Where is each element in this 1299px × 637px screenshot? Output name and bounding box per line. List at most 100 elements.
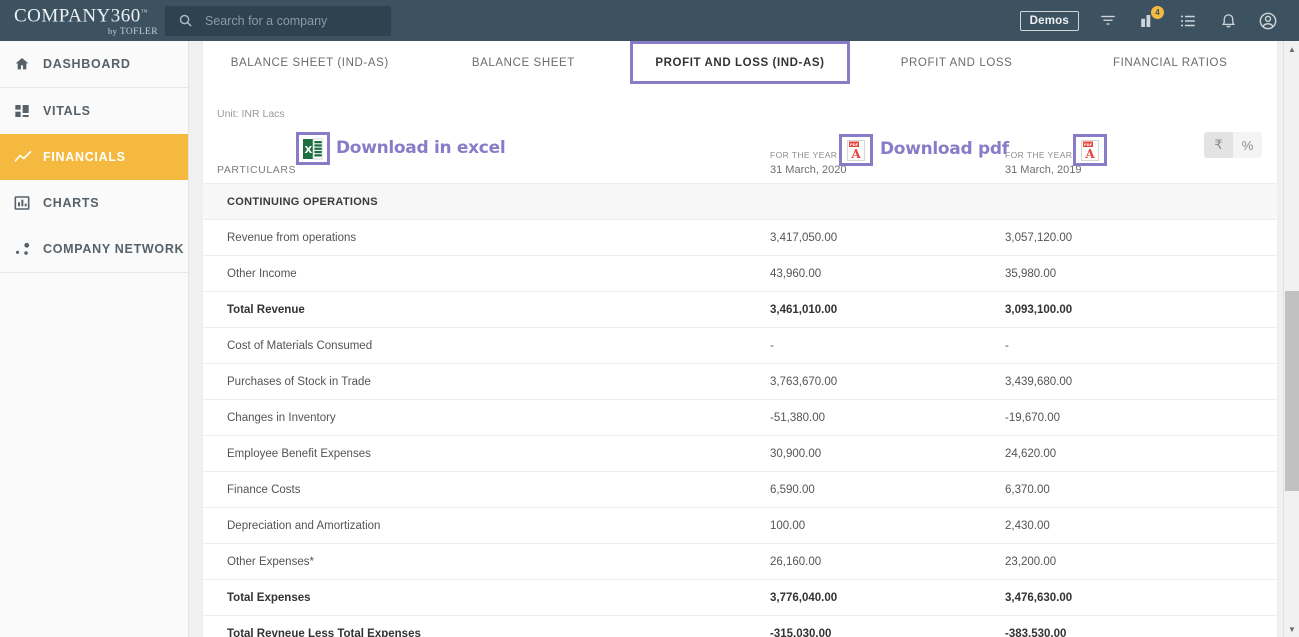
dashboard-grid-icon [14, 103, 38, 119]
brand-logo-text: COMPANY360 [14, 5, 141, 27]
home-icon [14, 56, 38, 72]
row-label: Revenue from operations [227, 231, 357, 244]
row-value-year-2: - [1005, 339, 1009, 352]
table-row: Employee Benefit Expenses 30,900.00 24,6… [203, 435, 1277, 471]
sidebar-item-label: FINANCIALS [43, 150, 126, 164]
column-header-year-2: FOR THE YEAR ENDED 31 March, 2019 [1005, 147, 1240, 176]
brand-by-text: by [107, 25, 118, 36]
row-value-year-1: 3,763,670.00 [770, 375, 838, 388]
row-value-year-1: - [770, 339, 774, 352]
sidebar-item-dashboard[interactable]: DASHBOARD [0, 41, 188, 87]
row-value-year-1: 6,590.00 [770, 483, 815, 496]
row-label: CONTINUING OPERATIONS [227, 195, 378, 208]
row-label: Changes in Inventory [227, 411, 336, 424]
row-value-year-1: 3,417,050.00 [770, 231, 838, 244]
sidebar-item-label: DASHBOARD [43, 57, 131, 71]
row-value-year-2: 23,200.00 [1005, 555, 1057, 568]
row-value-year-2: 3,093,100.00 [1005, 303, 1073, 316]
brand-logo[interactable]: COMPANY360™ by TOFLER [0, 3, 160, 37]
sidebar-item-company-network[interactable]: COMPANY NETWORK [0, 226, 188, 272]
sidebar-navigation: DASHBOARD VITALS FINANCIALS CHARTS COMPA… [0, 41, 189, 637]
row-label: Employee Benefit Expenses [227, 447, 371, 460]
row-value-year-2: -19,670.00 [1005, 411, 1060, 424]
top-navigation-bar: COMPANY360™ by TOFLER Demos [0, 0, 1299, 41]
brand-trademark: ™ [140, 8, 149, 17]
profit-loss-panel: Unit: INR Lacs ₹ % PARTICULARS FOR THE Y… [203, 84, 1277, 637]
svg-text:A: A [850, 147, 861, 161]
table-row: Other Expenses* 26,160.00 23,200.00 [203, 543, 1277, 579]
row-value-year-1: 30,900.00 [770, 447, 822, 460]
svg-text:X: X [304, 145, 312, 156]
row-value-year-2: 3,057,120.00 [1005, 231, 1073, 244]
notification-count-badge: 4 [1151, 5, 1164, 19]
table-row: Total Revneue Less Total Expenses -315,0… [203, 615, 1277, 637]
sidebar-item-label: VITALS [43, 104, 91, 118]
demos-button[interactable]: Demos [1019, 10, 1079, 31]
table-row: Total Expenses 3,776,040.00 3,476,630.00 [203, 579, 1277, 615]
scroll-up-arrow-icon[interactable]: ▲ [1284, 41, 1299, 57]
table-row: Revenue from operations 3,417,050.00 3,0… [203, 219, 1277, 255]
scrollbar-thumb[interactable] [1285, 291, 1299, 491]
sidebar-item-charts[interactable]: CHARTS [0, 180, 188, 226]
table-row: CONTINUING OPERATIONS [203, 183, 1277, 219]
row-value-year-1: -51,380.00 [770, 411, 825, 424]
table-row: Total Revenue 3,461,010.00 3,093,100.00 [203, 291, 1277, 327]
row-value-year-1: 3,461,010.00 [770, 303, 838, 316]
compare-chart-icon[interactable]: 4 [1137, 5, 1164, 32]
tab-financial-ratios[interactable]: FINANCIAL RATIOS [1063, 41, 1277, 84]
sidebar-item-vitals[interactable]: VITALS [0, 88, 188, 134]
sidebar-divider-bottom [0, 272, 188, 273]
financial-statement-tabs: BALANCE SHEET (IND-AS) BALANCE SHEET PRO… [203, 41, 1277, 84]
row-label: Purchases of Stock in Trade [227, 375, 371, 388]
tab-balance-sheet[interactable]: BALANCE SHEET [416, 41, 631, 84]
row-label: Total Revneue Less Total Expenses [227, 627, 421, 637]
profit-loss-table: PARTICULARS FOR THE YEAR ENDED 31 March,… [203, 147, 1277, 637]
table-row: Finance Costs 6,590.00 6,370.00 [203, 471, 1277, 507]
row-value-year-2: 3,439,680.00 [1005, 375, 1073, 388]
svg-text:A: A [1084, 147, 1095, 161]
main-content: BALANCE SHEET (IND-AS) BALANCE SHEET PRO… [189, 41, 1299, 637]
row-value-year-1: 26,160.00 [770, 555, 822, 568]
excel-file-icon: X [303, 138, 324, 160]
brand-logo-sub: by TOFLER [14, 26, 160, 38]
download-pdf-button-year-1[interactable]: PDF A [839, 134, 873, 166]
list-icon[interactable] [1177, 10, 1199, 32]
row-label: Other Income [227, 267, 297, 280]
bell-icon[interactable] [1217, 10, 1239, 32]
year-2-date: 31 March, 2019 [1005, 164, 1082, 176]
row-value-year-2: 3,476,630.00 [1005, 591, 1073, 604]
brand-parent-text: TOFLER [119, 26, 158, 37]
sidebar-item-label: COMPANY NETWORK [43, 242, 185, 256]
row-label: Total Revenue [227, 303, 305, 316]
row-label: Total Expenses [227, 591, 311, 604]
row-label: Depreciation and Amortization [227, 519, 381, 532]
scroll-down-arrow-icon[interactable]: ▼ [1284, 621, 1299, 637]
table-row: Other Income 43,960.00 35,980.00 [203, 255, 1277, 291]
table-row: Purchases of Stock in Trade 3,763,670.00… [203, 363, 1277, 399]
pdf-file-icon: PDF A [847, 139, 865, 161]
row-value-year-1: 3,776,040.00 [770, 591, 838, 604]
app-root: COMPANY360™ by TOFLER Demos [0, 0, 1299, 637]
row-value-year-1: 43,960.00 [770, 267, 822, 280]
download-pdf-annotation-label: Download pdf [880, 139, 1009, 159]
search-input[interactable] [205, 13, 391, 28]
unit-label: Unit: INR Lacs [217, 108, 285, 120]
sidebar-item-label: CHARTS [43, 196, 100, 210]
row-value-year-2: 6,370.00 [1005, 483, 1050, 496]
tab-profit-and-loss-ind-as[interactable]: PROFIT AND LOSS (IND-AS) [630, 41, 850, 84]
filter-icon[interactable] [1097, 10, 1119, 32]
account-circle-icon[interactable] [1257, 10, 1279, 32]
tab-balance-sheet-ind-as[interactable]: BALANCE SHEET (IND-AS) [203, 41, 417, 84]
download-excel-button[interactable]: X [296, 132, 330, 165]
download-pdf-button-year-2[interactable]: PDF A [1073, 134, 1107, 166]
search-container[interactable] [165, 5, 391, 36]
table-row: Changes in Inventory -51,380.00 -19,670.… [203, 399, 1277, 435]
page-scrollbar[interactable]: ▲ ▼ [1283, 41, 1299, 637]
download-excel-annotation-label: Download in excel [336, 138, 506, 158]
tab-profit-and-loss[interactable]: PROFIT AND LOSS [849, 41, 1064, 84]
row-value-year-2: 2,430.00 [1005, 519, 1050, 532]
sidebar-item-financials[interactable]: FINANCIALS [0, 134, 188, 180]
pdf-file-icon: PDF A [1081, 139, 1099, 161]
row-value-year-2: -383,530.00 [1005, 627, 1067, 637]
row-value-year-1: -315,030.00 [770, 627, 832, 637]
